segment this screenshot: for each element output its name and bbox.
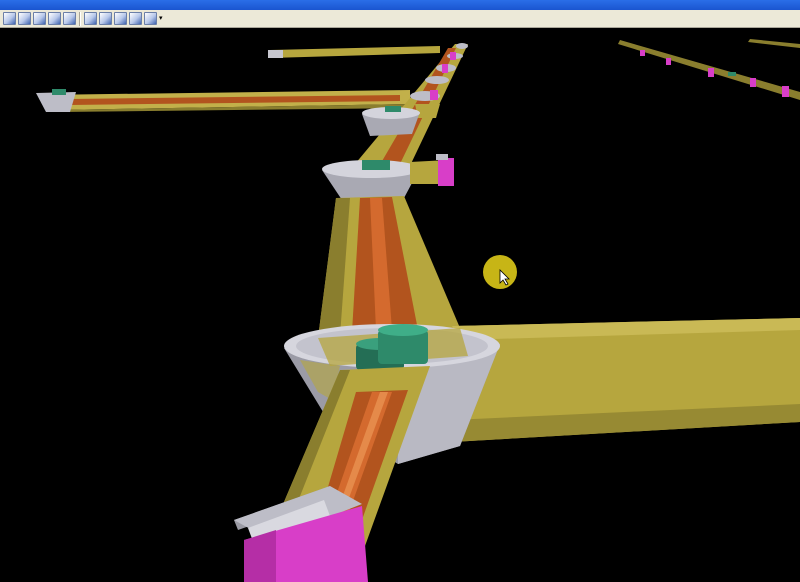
print-icon[interactable] (129, 12, 142, 25)
view-iso-2-icon[interactable] (99, 12, 112, 25)
right-tunnel-branch (452, 318, 800, 442)
toolbar-dropdown-arrow-icon[interactable]: ▾ (159, 12, 165, 25)
chamber-upper (362, 106, 420, 136)
view-iso-3-icon[interactable] (114, 12, 127, 25)
view-back-icon[interactable] (18, 12, 31, 25)
window-title-bar (0, 0, 800, 10)
layers-icon[interactable] (144, 12, 157, 25)
3d-viewport[interactable] (0, 28, 800, 582)
mouse-cursor-highlight (483, 255, 517, 289)
toolbar-separator (79, 11, 81, 26)
view-left-icon[interactable] (33, 12, 46, 25)
view-toolbar: ▾ (0, 10, 800, 28)
view-top-icon[interactable] (63, 12, 76, 25)
view-front-icon[interactable] (3, 12, 16, 25)
view-right-icon[interactable] (48, 12, 61, 25)
view-iso-1-icon[interactable] (84, 12, 97, 25)
scene-canvas[interactable] (0, 28, 800, 582)
